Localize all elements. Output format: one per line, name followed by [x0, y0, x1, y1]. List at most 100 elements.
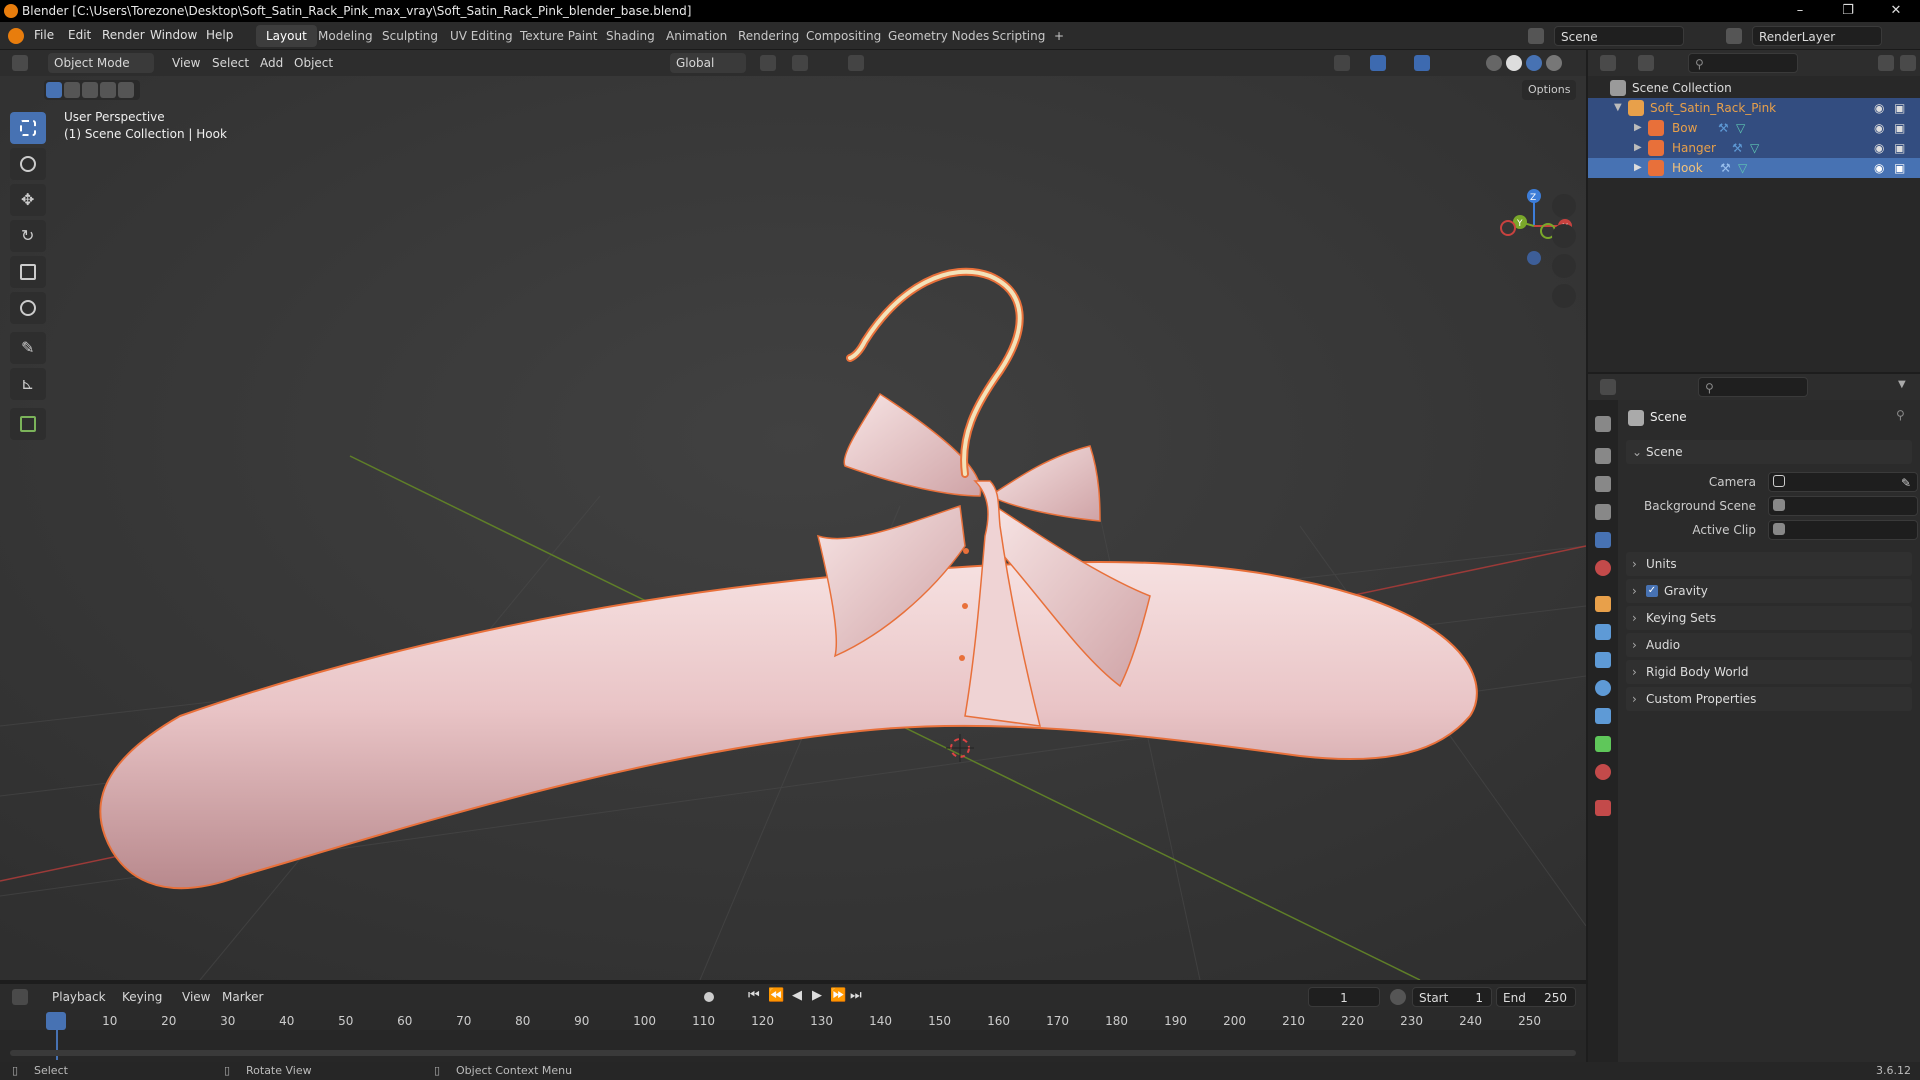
renderlayer-selector[interactable]: RenderLayer — [1752, 26, 1882, 46]
chevron-down-icon[interactable]: ▼ — [1898, 379, 1906, 390]
eye-icon[interactable]: ◉ — [1874, 98, 1884, 118]
transform-orientation-dropdown[interactable]: Global — [670, 53, 746, 73]
close-button[interactable]: ✕ — [1876, 0, 1916, 22]
select-intersect-icon[interactable] — [118, 82, 134, 98]
panel-custom-properties[interactable]: › Custom Properties — [1626, 687, 1912, 711]
stopwatch-icon[interactable] — [1390, 989, 1406, 1005]
active-clip-field[interactable] — [1768, 520, 1918, 540]
modifier-tab-icon[interactable] — [1595, 624, 1611, 640]
next-keyframe-icon[interactable]: ⏩ — [830, 988, 846, 1003]
proportional-edit-icon[interactable] — [848, 55, 864, 71]
menu-help[interactable]: Help — [206, 28, 233, 42]
filter-icon[interactable] — [1878, 55, 1894, 71]
scene-tab-icon[interactable] — [1595, 532, 1611, 548]
tool-tab-icon[interactable] — [1595, 416, 1611, 432]
eye-icon[interactable]: ◉ — [1874, 138, 1884, 158]
menu-view[interactable]: View — [166, 53, 206, 73]
3d-viewport[interactable]: Z Y X User Perspective (1) Scene Collect… — [0, 76, 1586, 980]
background-scene-field[interactable] — [1768, 496, 1918, 516]
tab-sculpting[interactable]: Sculpting — [372, 25, 448, 47]
maximize-button[interactable]: ❐ — [1828, 0, 1868, 22]
view-layer-tab-icon[interactable] — [1595, 504, 1611, 520]
gravity-checkbox[interactable]: ✓ — [1646, 585, 1658, 597]
panel-scene[interactable]: ⌄ Scene — [1626, 440, 1912, 464]
zoom-icon[interactable] — [1552, 194, 1576, 218]
play-icon[interactable]: ▶ — [812, 988, 822, 1003]
expand-icon[interactable]: ▶ — [1634, 138, 1642, 158]
menu-playback[interactable]: Playback — [46, 987, 112, 1007]
menu-object[interactable]: Object — [288, 53, 339, 73]
camera-icon[interactable]: ▣ — [1894, 158, 1905, 178]
outliner-row-hanger[interactable]: ▶ Hanger ⚒ ▽ ◉ ▣ — [1588, 138, 1920, 158]
pivot-icon[interactable] — [760, 55, 776, 71]
outliner-row-bow[interactable]: ▶ Bow ⚒ ▽ ◉ ▣ — [1588, 118, 1920, 138]
camera-icon[interactable]: ▣ — [1894, 138, 1905, 158]
end-frame-field[interactable]: End 250 — [1496, 987, 1576, 1007]
camera-icon[interactable]: ▣ — [1894, 98, 1905, 118]
wireframe-shading-icon[interactable] — [1486, 55, 1502, 71]
texture-tab-icon[interactable] — [1595, 800, 1611, 816]
play-reverse-icon[interactable]: ◀ — [792, 988, 802, 1003]
tab-texture-paint[interactable]: Texture Paint — [510, 25, 607, 47]
camera-icon[interactable]: ▣ — [1894, 118, 1905, 138]
physics-tab-icon[interactable] — [1595, 680, 1611, 696]
scene-icon[interactable] — [1528, 28, 1544, 44]
snap-icon[interactable] — [792, 55, 808, 71]
particles-tab-icon[interactable] — [1595, 652, 1611, 668]
outliner-search-input[interactable]: ⚲ — [1688, 53, 1798, 73]
visibility-icon[interactable] — [1334, 55, 1350, 71]
tool-measure[interactable]: ⊾ — [10, 368, 46, 400]
menu-edit[interactable]: Edit — [68, 28, 91, 42]
tool-add-cube[interactable] — [10, 408, 46, 440]
constraints-tab-icon[interactable] — [1595, 708, 1611, 724]
select-new-icon[interactable] — [46, 82, 62, 98]
panel-rigid-body-world[interactable]: › Rigid Body World — [1626, 660, 1912, 684]
blender-menu-icon[interactable] — [8, 28, 24, 44]
jump-start-icon[interactable]: ⏮ — [748, 988, 760, 1003]
material-shading-icon[interactable] — [1526, 55, 1542, 71]
tool-transform[interactable] — [10, 292, 46, 324]
menu-window[interactable]: Window — [150, 28, 197, 42]
menu-timeline-view[interactable]: View — [176, 987, 216, 1007]
expand-icon[interactable]: ▶ — [1634, 118, 1642, 138]
object-mode-dropdown[interactable]: Object Mode — [48, 53, 154, 73]
panel-gravity[interactable]: › ✓ Gravity — [1626, 579, 1912, 603]
select-extend-icon[interactable] — [64, 82, 80, 98]
properties-editor-icon[interactable] — [1600, 379, 1616, 395]
tab-shading[interactable]: Shading — [596, 25, 665, 47]
expand-icon[interactable]: ▼ — [1614, 98, 1622, 118]
timeline-scrollbar[interactable] — [10, 1050, 1576, 1056]
select-invert-icon[interactable] — [100, 82, 116, 98]
menu-add[interactable]: Add — [254, 53, 289, 73]
jump-end-icon[interactable]: ⏭ — [850, 988, 862, 1003]
timeline-editor-icon[interactable] — [12, 989, 28, 1005]
panel-units[interactable]: › Units — [1626, 552, 1912, 576]
tool-rotate[interactable]: ↻ — [10, 220, 46, 252]
outliner-row-scene-collection[interactable]: Scene Collection — [1588, 78, 1920, 98]
minimize-button[interactable]: – — [1780, 0, 1820, 22]
overlay-toggle-icon[interactable] — [1414, 55, 1430, 71]
record-icon[interactable] — [704, 992, 714, 1002]
tab-animation[interactable]: Animation — [656, 25, 737, 47]
object-tab-icon[interactable] — [1595, 596, 1611, 612]
panel-audio[interactable]: › Audio — [1626, 633, 1912, 657]
current-frame-field[interactable]: 1 — [1308, 987, 1380, 1007]
tab-compositing[interactable]: Compositing — [796, 25, 891, 47]
menu-render[interactable]: Render — [102, 28, 145, 42]
start-frame-field[interactable]: Start 1 — [1412, 987, 1492, 1007]
rendered-shading-icon[interactable] — [1546, 55, 1562, 71]
gizmo-toggle-icon[interactable] — [1370, 55, 1386, 71]
perspective-grid-icon[interactable] — [1552, 284, 1576, 308]
new-collection-icon[interactable] — [1900, 55, 1916, 71]
outliner-row-collection[interactable]: ▼ Soft_Satin_Rack_Pink ◉ ▣ — [1588, 98, 1920, 118]
solid-shading-icon[interactable] — [1506, 55, 1522, 71]
eye-icon[interactable]: ◉ — [1874, 118, 1884, 138]
pin-icon[interactable]: ⚲ — [1896, 408, 1905, 422]
eye-icon[interactable]: ◉ — [1874, 158, 1884, 178]
renderlayer-icon[interactable] — [1726, 28, 1742, 44]
display-mode-icon[interactable] — [1638, 55, 1654, 71]
tool-scale[interactable] — [10, 256, 46, 288]
tool-annotate[interactable]: ✎ — [10, 332, 46, 364]
camera-view-icon[interactable] — [1552, 254, 1576, 278]
select-subtract-icon[interactable] — [82, 82, 98, 98]
